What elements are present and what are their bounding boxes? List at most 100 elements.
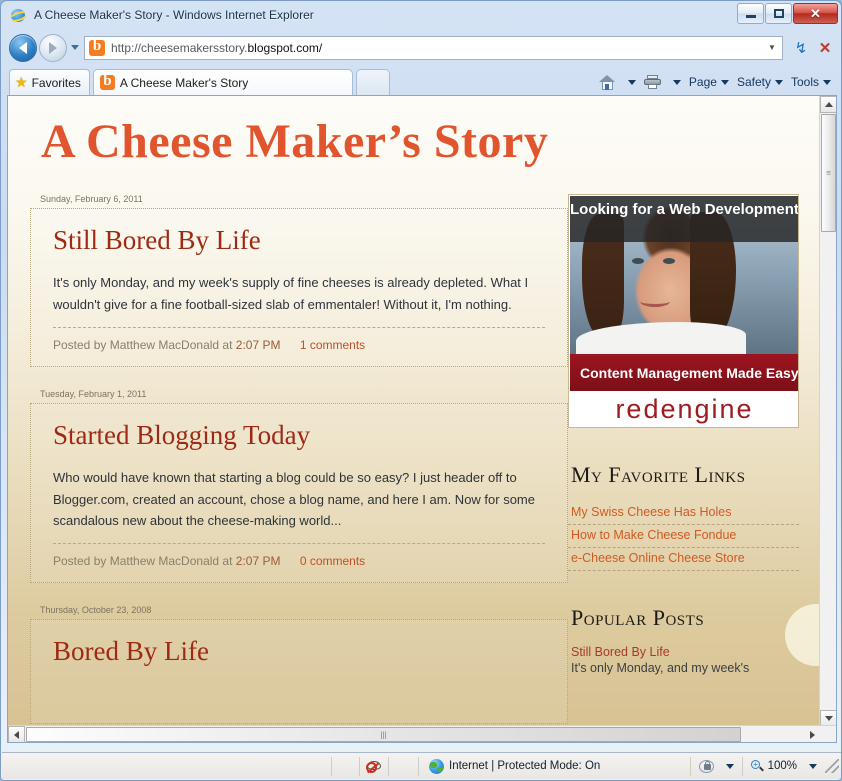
scroll-up-button[interactable]: [820, 96, 836, 113]
sidebar-link-cheese-fondue[interactable]: How to Make Cheese Fondue: [568, 525, 799, 549]
triangle-left-icon: [14, 730, 19, 739]
star-icon: ★: [15, 74, 28, 90]
post-comments-link[interactable]: 0 comments: [300, 554, 365, 568]
popular-post-title[interactable]: Still Bored By Life: [568, 645, 799, 659]
chevron-down-icon: [720, 79, 729, 85]
refresh-icon[interactable]: ↯: [789, 36, 813, 60]
chevron-down-icon: [627, 79, 636, 85]
grip-icon: ≡: [826, 168, 831, 178]
print-dropdown[interactable]: [665, 71, 685, 93]
post-title[interactable]: Started Blogging Today: [53, 420, 545, 451]
new-tab-button[interactable]: [355, 69, 390, 95]
post-meta: Posted by Matthew MacDonald at 2:07 PM 0…: [53, 554, 545, 568]
tab-bar: ★ Favorites A Cheese Maker's Story Page …: [1, 67, 841, 95]
triangle-down-icon: [824, 716, 833, 721]
popup-blocker-indicator[interactable]: [360, 756, 389, 776]
ad-logo: redengine: [570, 391, 798, 428]
tools-menu-label: Tools: [790, 75, 819, 89]
vertical-scrollbar[interactable]: ≡: [819, 96, 836, 727]
address-text: http://cheesemakersstory.blogspot.com/: [111, 40, 323, 55]
status-cell-blank: [2, 756, 332, 776]
ad-headline: Looking for a Web Development Solution?: [570, 196, 798, 243]
content-viewport: A Cheese Maker’s Story Sunday, February …: [7, 95, 837, 743]
post-title[interactable]: Still Bored By Life: [53, 225, 545, 256]
zoom-level-label: 100%: [767, 760, 797, 772]
chevron-down-icon: [774, 79, 783, 85]
window-controls: ✕: [737, 3, 838, 24]
resize-grip[interactable]: [825, 759, 839, 773]
post-time: 2:07 PM: [235, 554, 281, 569]
advertisement-banner[interactable]: Looking for a Web Development Solution? …: [568, 194, 799, 429]
post-date: Tuesday, February 1, 2011: [40, 389, 147, 400]
close-button[interactable]: ✕: [793, 3, 838, 24]
forward-button[interactable]: [39, 33, 67, 62]
tab-a-cheese-makers-story[interactable]: A Cheese Maker's Story: [92, 69, 353, 95]
status-bar: Internet | Protected Mode: On + 100%: [2, 752, 841, 779]
post-time: 2:07 PM: [235, 338, 281, 353]
home-dropdown[interactable]: [620, 71, 640, 93]
post-meta: Posted by Matthew MacDonald at 2:07 PM 1…: [53, 338, 545, 352]
zoom-control[interactable]: + 100%: [741, 756, 825, 776]
window-title: A Cheese Maker's Story - Windows Interne…: [34, 8, 314, 22]
address-chevron-down-icon[interactable]: ▼: [764, 43, 780, 52]
scroll-left-button[interactable]: [8, 726, 25, 742]
blog-title: A Cheese Maker’s Story: [41, 115, 549, 168]
page-menu[interactable]: Page: [685, 71, 733, 93]
recent-pages-chevron-down-icon[interactable]: [71, 45, 79, 50]
scroll-right-button[interactable]: [804, 726, 821, 742]
internet-explorer-icon: [8, 7, 29, 24]
triangle-right-icon: [810, 730, 815, 739]
title-bar: A Cheese Maker's Story - Windows Interne…: [1, 1, 841, 29]
safety-menu[interactable]: Safety: [733, 71, 787, 93]
ad-tagline: Content Management Made Easy: [570, 354, 798, 392]
post-divider: [53, 327, 545, 329]
horizontal-scroll-thumb[interactable]: |||: [26, 727, 741, 742]
browser-window: A Cheese Maker's Story - Windows Interne…: [0, 0, 842, 781]
post-body: Who would have known that starting a blo…: [53, 470, 535, 528]
tab-label: A Cheese Maker's Story: [119, 75, 249, 90]
chevron-down-icon: [672, 79, 681, 85]
security-zone[interactable]: Internet | Protected Mode: On: [419, 758, 690, 774]
sidebar-link-echeese-store[interactable]: e-Cheese Online Cheese Store: [568, 548, 799, 572]
minimize-button[interactable]: [737, 3, 764, 24]
home-button[interactable]: [595, 71, 620, 93]
sidebar: Looking for a Web Development Solution? …: [568, 194, 799, 727]
post-date: Sunday, February 6, 2011: [40, 194, 143, 205]
magnifier-icon: +: [750, 759, 764, 773]
back-button[interactable]: [9, 33, 37, 62]
stop-icon[interactable]: ✕: [813, 36, 837, 60]
posts-column: Sunday, February 6, 2011 Still Bored By …: [8, 194, 568, 727]
sidebar-link-swiss-cheese[interactable]: My Swiss Cheese Has Holes: [568, 502, 799, 526]
maximize-button[interactable]: [765, 3, 792, 24]
favorites-button[interactable]: ★ Favorites: [9, 69, 90, 95]
horizontal-scrollbar[interactable]: |||: [8, 725, 836, 742]
chevron-down-icon[interactable]: [725, 763, 734, 769]
chevron-down-icon[interactable]: [809, 763, 817, 769]
home-icon: [598, 74, 616, 90]
post-title[interactable]: Bored By Life: [53, 636, 545, 667]
address-input[interactable]: http://cheesemakersstory.blogspot.com/ ▼: [84, 35, 783, 60]
blog-post: Still Bored By Life It's only Monday, an…: [30, 208, 568, 368]
post-comments-link[interactable]: 1 comments: [300, 338, 365, 352]
popup-blocked-icon: [366, 759, 382, 774]
safety-menu-label: Safety: [736, 75, 771, 89]
privacy-report-button[interactable]: [689, 756, 742, 776]
blog-post: Started Blogging Today Who would have kn…: [30, 403, 568, 584]
favorite-links-heading: My Favorite Links: [571, 462, 746, 488]
post-date: Thursday, October 23, 2008: [40, 605, 152, 616]
favorites-label: Favorites: [31, 75, 81, 90]
post-author: Posted by Matthew MacDonald at: [53, 554, 233, 569]
post-body: It's only Monday, and my week's supply o…: [53, 275, 529, 312]
status-cell-blank: [332, 756, 360, 776]
post-divider: [53, 543, 545, 545]
globe-icon: [429, 758, 444, 774]
grip-icon: |||: [380, 730, 387, 739]
popular-posts-heading: Popular Posts: [571, 605, 705, 631]
address-bar-row: http://cheesemakersstory.blogspot.com/ ▼…: [1, 30, 841, 65]
security-zone-label: Internet | Protected Mode: On: [449, 760, 601, 772]
privacy-lock-icon: [698, 759, 716, 774]
vertical-scroll-thumb[interactable]: ≡: [821, 114, 836, 232]
page-menu-label: Page: [688, 75, 717, 89]
tools-menu[interactable]: Tools: [787, 71, 835, 93]
print-button[interactable]: [640, 71, 665, 93]
